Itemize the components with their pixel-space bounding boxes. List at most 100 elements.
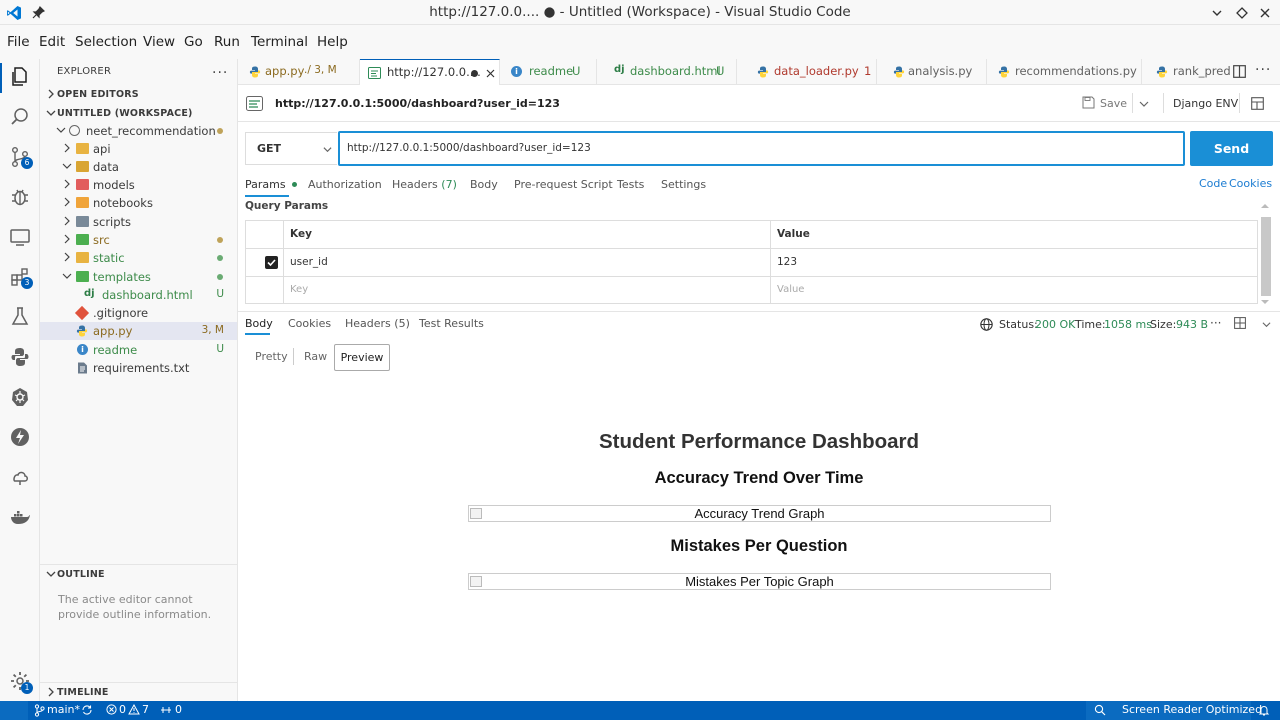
zoom-icon[interactable] xyxy=(1094,704,1106,716)
param-key-input[interactable]: user_id xyxy=(284,249,771,277)
explorer-icon[interactable] xyxy=(8,65,32,89)
kubernetes-icon[interactable] xyxy=(8,385,32,409)
outline-header[interactable]: OUTLINE xyxy=(57,569,105,580)
tree-item-requirements[interactable]: requirements.txt xyxy=(40,359,237,377)
tree-item-notebooks[interactable]: notebooks xyxy=(40,194,237,212)
request-title[interactable]: http://127.0.0.1:5000/dashboard?user_id=… xyxy=(275,97,560,110)
response-tab-headers[interactable]: Headers (5) xyxy=(345,317,410,330)
tree-item-static[interactable]: static xyxy=(40,249,237,267)
tab-app-py[interactable]: app.py ./ 3, M xyxy=(238,59,360,85)
remote-indicator[interactable] xyxy=(0,701,28,720)
tab-dashboard-html[interactable]: dj dashboard.html U xyxy=(597,59,737,85)
maximize-icon[interactable] xyxy=(1236,7,1248,19)
url-input[interactable]: http://127.0.0.1:5000/dashboard?user_id=… xyxy=(338,131,1185,166)
tree-item-src[interactable]: src xyxy=(40,231,237,249)
split-editor-icon[interactable] xyxy=(1233,65,1246,78)
menu-selection[interactable]: Selection xyxy=(75,34,137,50)
chevron-down-icon[interactable] xyxy=(1262,320,1271,329)
python-icon[interactable] xyxy=(8,345,32,369)
thunder-client-icon[interactable] xyxy=(8,425,32,449)
tree-item-api[interactable]: api xyxy=(40,140,237,158)
new-value-input[interactable]: Value xyxy=(771,277,1258,304)
tree-item-readme[interactable]: i readme U xyxy=(40,341,237,359)
code-link[interactable]: Code xyxy=(1199,177,1227,190)
response-tab-test-results[interactable]: Test Results xyxy=(419,317,484,330)
more-actions-icon[interactable]: ··· xyxy=(212,65,228,81)
response-tab-body[interactable]: Body xyxy=(245,317,273,330)
chevron-right-icon[interactable] xyxy=(46,89,56,99)
workspace-header[interactable]: UNTITLED (WORKSPACE) xyxy=(57,108,193,119)
tab-recommendations[interactable]: recommendations.py xyxy=(987,59,1142,85)
tab-readme[interactable]: i readme U xyxy=(500,59,597,85)
tree-item-templates[interactable]: templates xyxy=(40,268,237,286)
tree-item-models[interactable]: models xyxy=(40,176,237,194)
environment-select[interactable]: Django ENV xyxy=(1173,97,1238,110)
chevron-down-icon[interactable] xyxy=(46,108,56,118)
docker-icon[interactable] xyxy=(8,505,32,529)
more-actions-icon[interactable]: ··· xyxy=(1210,316,1221,330)
tree-item-scripts[interactable]: scripts xyxy=(40,213,237,231)
menu-run[interactable]: Run xyxy=(214,34,240,50)
tree-item-data[interactable]: data xyxy=(40,158,237,176)
method-select[interactable]: GET xyxy=(245,132,337,165)
cloud-icon[interactable] xyxy=(8,465,32,489)
save-icon[interactable] xyxy=(1082,96,1095,109)
more-actions-icon[interactable]: ··· xyxy=(1255,62,1271,78)
tab-body[interactable]: Body xyxy=(470,178,498,191)
save-button[interactable]: Save xyxy=(1100,97,1127,110)
minimize-icon[interactable] xyxy=(1211,7,1223,19)
open-editors-header[interactable]: OPEN EDITORS xyxy=(57,89,139,100)
tab-http-request[interactable]: http://127.0.0.... xyxy=(360,59,500,85)
cookies-link[interactable]: Cookies xyxy=(1229,177,1272,190)
error-count[interactable]: 0 xyxy=(119,703,126,716)
view-pretty[interactable]: Pretty xyxy=(255,350,288,363)
param-value-input[interactable]: 123 xyxy=(771,249,1258,277)
menu-help[interactable]: Help xyxy=(317,34,348,50)
menu-go[interactable]: Go xyxy=(184,34,203,50)
run-debug-icon[interactable] xyxy=(8,185,32,209)
notifications-icon[interactable] xyxy=(1258,704,1270,717)
testing-icon[interactable] xyxy=(8,305,32,329)
menu-terminal[interactable]: Terminal xyxy=(251,34,308,50)
search-icon[interactable] xyxy=(8,105,32,129)
tab-pre-request-script[interactable]: Pre-request Script xyxy=(514,178,613,191)
scrollbar-thumb[interactable] xyxy=(1261,217,1271,296)
timeline-header[interactable]: TIMELINE xyxy=(57,687,109,698)
ports-count[interactable]: 0 xyxy=(175,703,182,716)
tree-item-app-py[interactable]: app.py 3, M xyxy=(40,322,237,340)
scroll-up-icon[interactable] xyxy=(1261,203,1269,209)
tab-headers[interactable]: Headers (7) xyxy=(392,178,457,191)
tab-analysis[interactable]: analysis.py xyxy=(877,59,987,85)
tree-root-folder[interactable]: neet_recommendation xyxy=(40,122,237,140)
response-tab-cookies[interactable]: Cookies xyxy=(288,317,331,330)
view-preview[interactable]: Preview xyxy=(334,344,390,371)
warning-count[interactable]: 7 xyxy=(142,703,149,716)
layout-icon[interactable] xyxy=(1251,97,1264,110)
remote-explorer-icon[interactable] xyxy=(8,225,32,249)
screen-reader-status[interactable]: Screen Reader Optimized xyxy=(1122,703,1262,716)
chevron-down-icon[interactable] xyxy=(46,569,56,579)
tab-tests[interactable]: Tests xyxy=(617,178,644,191)
tree-item-gitignore[interactable]: .gitignore xyxy=(40,304,237,322)
close-window-icon[interactable] xyxy=(1259,7,1271,19)
chevron-down-icon[interactable] xyxy=(1139,99,1149,109)
menu-file[interactable]: File xyxy=(7,34,30,50)
branch-name[interactable]: main* xyxy=(47,703,80,716)
menu-view[interactable]: View xyxy=(143,34,175,50)
close-icon[interactable] xyxy=(486,69,495,78)
tab-settings[interactable]: Settings xyxy=(661,178,706,191)
tab-authorization[interactable]: Authorization xyxy=(308,178,382,191)
response-layout-icon[interactable] xyxy=(1234,317,1246,329)
new-key-input[interactable]: Key xyxy=(284,277,771,304)
send-button[interactable]: Send xyxy=(1190,131,1273,166)
tab-rank-predictor[interactable]: rank_predi xyxy=(1142,59,1230,85)
param-checkbox[interactable] xyxy=(265,256,278,269)
chevron-right-icon[interactable] xyxy=(46,687,56,697)
tab-params[interactable]: Params xyxy=(245,178,298,191)
tree-item-dashboard-html[interactable]: dj dashboard.html U xyxy=(40,286,237,304)
menu-edit[interactable]: Edit xyxy=(39,34,65,50)
view-raw[interactable]: Raw xyxy=(304,350,327,363)
tab-data-loader[interactable]: data_loader.py 1 xyxy=(737,59,877,85)
scroll-down-icon[interactable] xyxy=(1261,299,1269,305)
sync-icon[interactable] xyxy=(81,704,93,716)
